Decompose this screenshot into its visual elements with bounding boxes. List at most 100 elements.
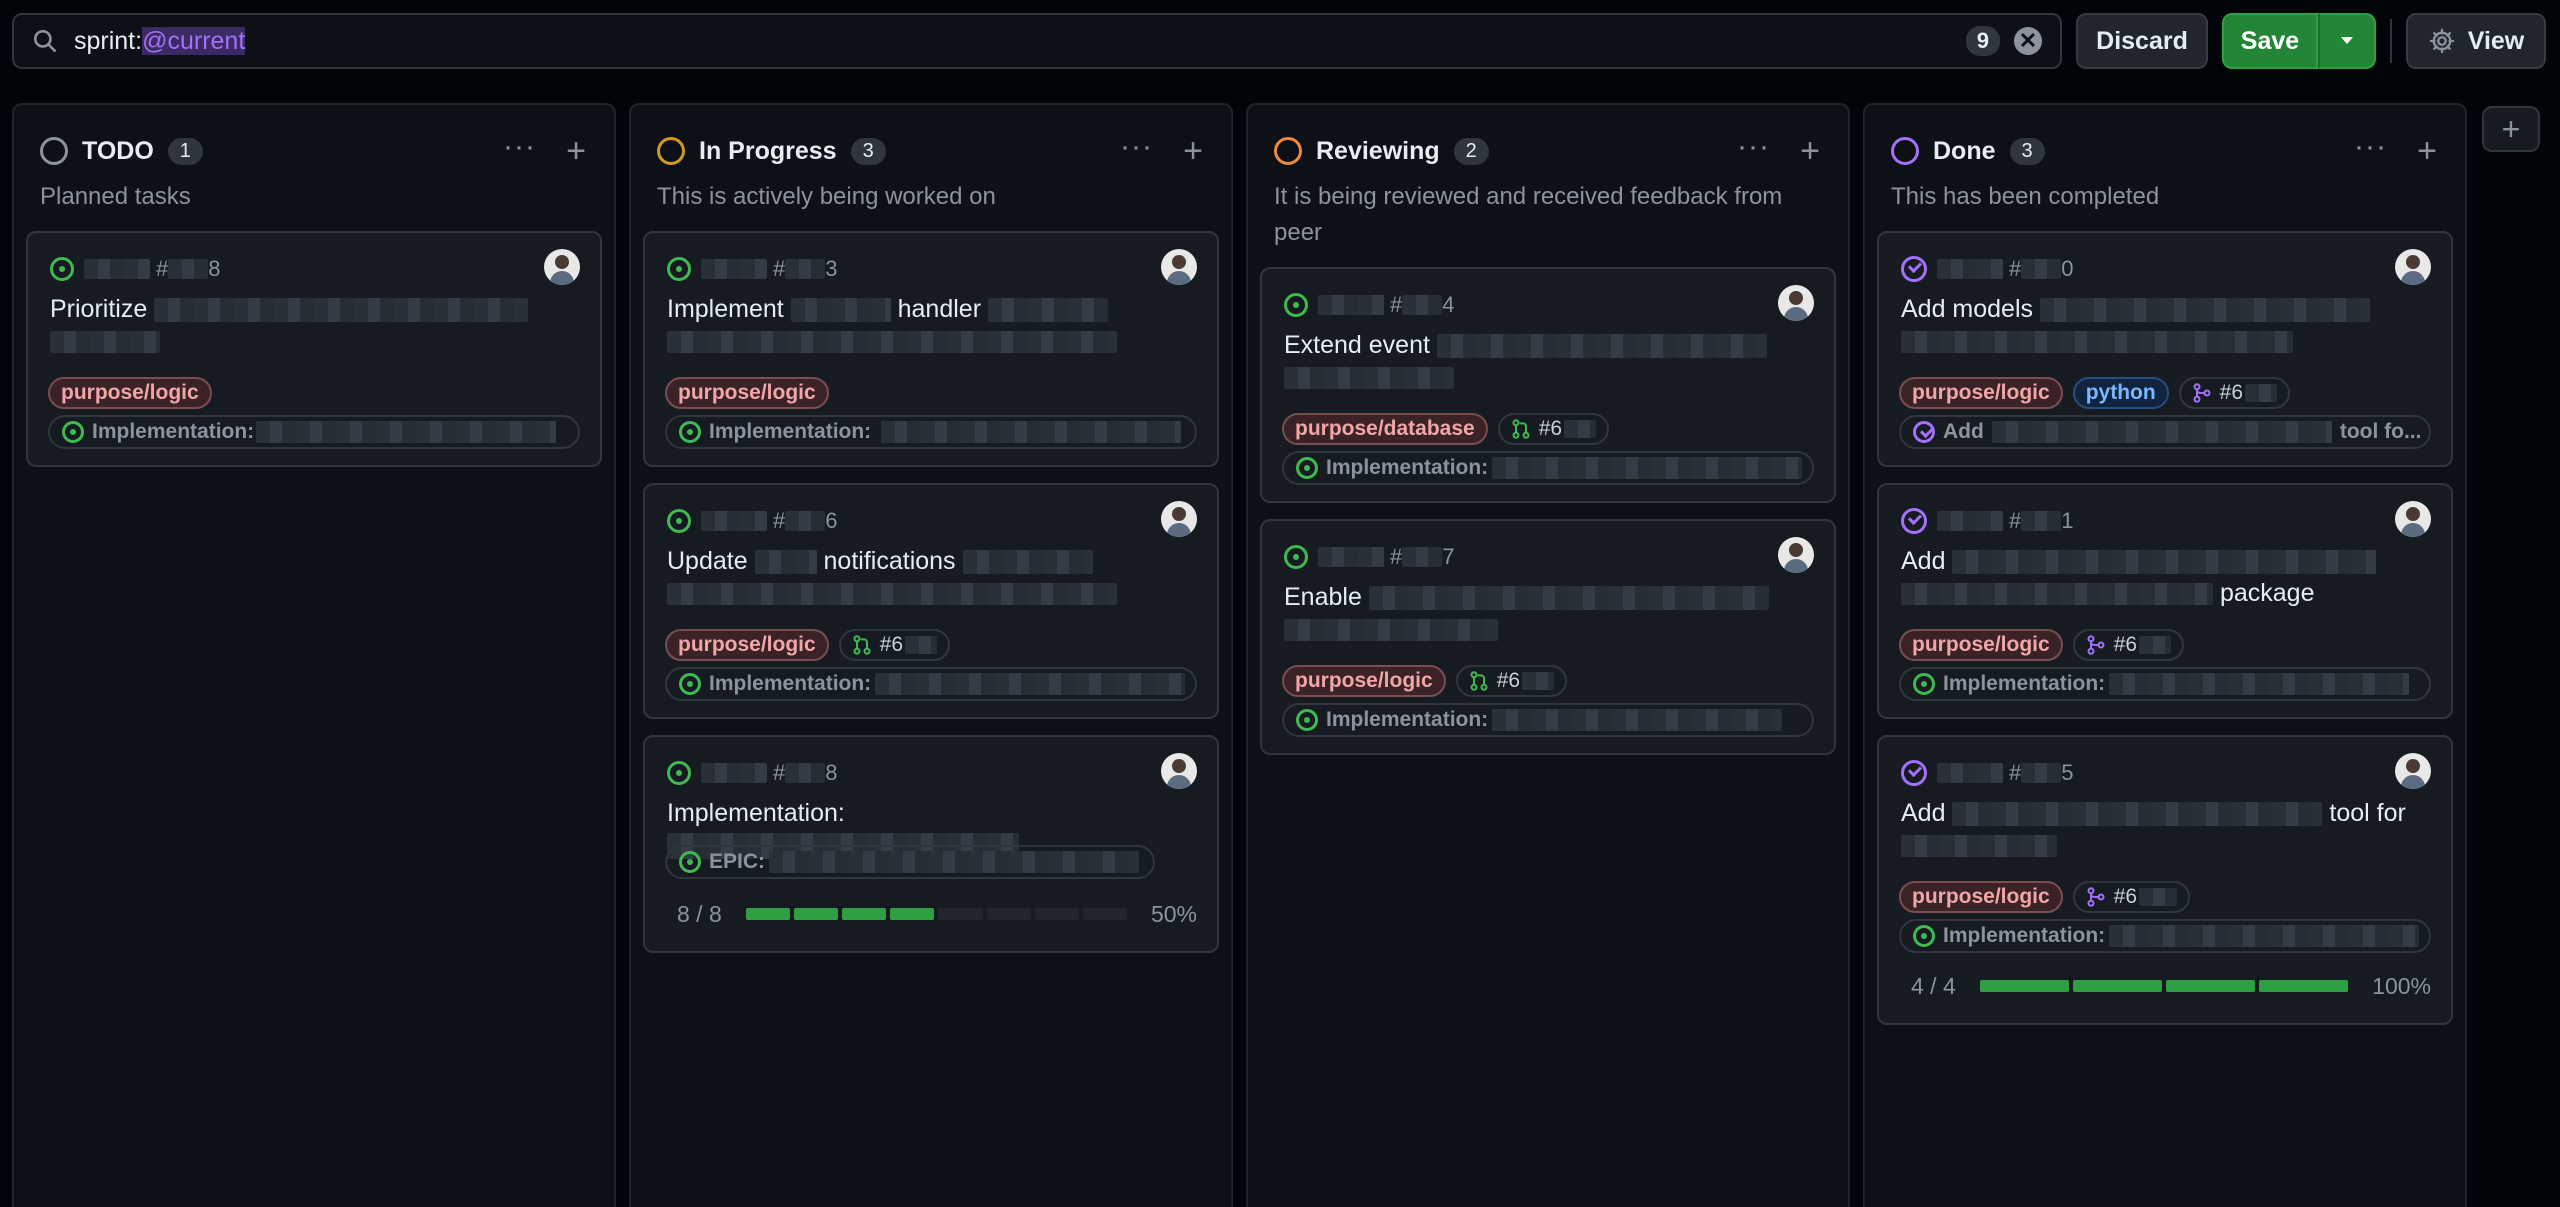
redacted-text [2109,925,2420,947]
assignee-avatar[interactable] [2395,753,2431,789]
issue-card[interactable]: # 7 Enable purpose/logic #6 Implementati… [1260,519,1836,755]
linked-branch[interactable]: #6 [2178,377,2291,409]
sub-issue-open-icon [679,673,701,695]
label-purpose[interactable]: purpose/logic [1899,881,2063,913]
label-purpose[interactable]: purpose/logic [1899,377,2063,409]
redacted-number [1564,420,1597,438]
view-button[interactable]: View [2406,13,2546,69]
sub-issue-bar[interactable]: Implementation: [665,667,1197,701]
card-title[interactable]: Implement handler [667,293,1195,357]
column-menu-icon[interactable]: ··· [1120,132,1153,162]
assignee-avatar[interactable] [2395,501,2431,537]
status-in-progress-icon [657,137,685,165]
issue-card[interactable]: # 8 Prioritize purpose/logic Implementat… [26,231,602,467]
sub-issue-open-icon [1913,925,1935,947]
progress-segment [842,908,887,920]
sub-issue-bar[interactable]: Implementation: [665,415,1197,449]
search-icon [33,29,57,53]
add-column-button[interactable]: + [2482,106,2540,152]
card-title[interactable]: Add package [1901,545,2429,609]
assignee-avatar[interactable] [1161,753,1197,789]
progress-segment [890,908,935,920]
sub-issue-bar[interactable]: Implementation: [1282,451,1814,485]
epic-bar[interactable]: EPIC: [665,845,1155,879]
issue-card[interactable]: # 8 Implementation: EPIC: 8 / 8 50% [643,735,1219,953]
column-add-icon[interactable]: + [566,131,586,171]
status-done-icon [1891,137,1919,165]
save-button[interactable]: Save [2222,13,2318,69]
card-title[interactable]: Enable [1284,581,1812,645]
save-button-group: Save [2222,13,2376,69]
card-title-text: Add [1901,547,1946,575]
assignee-avatar[interactable] [1161,249,1197,285]
progress-count: 4 / 4 [1911,972,1956,999]
redacted-text [1368,586,1769,611]
issue-card[interactable]: # 4 Extend event purpose/database #6 Imp… [1260,267,1836,503]
card-title[interactable]: Prioritize [50,293,578,357]
redacted-repo [1937,763,2003,783]
card-title[interactable]: Update notifications [667,545,1195,609]
column-add-icon[interactable]: + [1800,131,1820,171]
issue-open-icon [667,257,691,281]
column-add-icon[interactable]: + [2417,131,2437,171]
issue-card[interactable]: # 5 Add tool for purpose/logic #6 Implem… [1877,735,2453,1025]
card-meta: # 8 [667,759,838,787]
issue-card[interactable]: # 6 Update notifications purpose/logic #… [643,483,1219,719]
issue-number-suffix: 4 [1442,292,1455,317]
sub-issue-bar[interactable]: Add tool fo... [1899,415,2431,449]
redacted-repo [84,259,150,279]
label-purpose[interactable]: purpose/database [1282,413,1488,445]
redacted-number [2021,511,2062,531]
sub-issue-bar[interactable]: Implementation: [48,415,580,449]
issue-closed-icon [1901,256,1927,282]
column-add-icon[interactable]: + [1183,131,1203,171]
assignee-avatar[interactable] [544,249,580,285]
linked-pull-request[interactable]: #6 [838,629,951,661]
label-purpose[interactable]: purpose/logic [665,629,829,661]
issue-card[interactable]: # 0 Add models purpose/logic python #6 A… [1877,231,2453,467]
card-title[interactable]: Add tool for [1901,797,2429,861]
linked-pull-request[interactable]: #6 [1455,665,1568,697]
redacted-text [2039,298,2370,323]
progress-percent: 50% [1150,900,1197,927]
branch-merged-icon [2087,635,2105,655]
filter-search-input[interactable]: sprint:@current 9 ✕ [12,13,2062,69]
label-purpose[interactable]: purpose/logic [665,377,829,409]
search-query[interactable]: sprint:@current [74,26,246,56]
sub-issue-bar[interactable]: Implementation: [1282,703,1814,737]
linked-branch[interactable]: #6 [2072,881,2191,913]
assignee-avatar[interactable] [1778,537,1814,573]
issue-number-suffix: 1 [2061,508,2074,533]
linked-branch[interactable]: #6 [2072,629,2185,661]
discard-button[interactable]: Discard [2076,13,2208,69]
label-purpose[interactable]: purpose/logic [1899,629,2063,661]
save-options-button[interactable] [2318,13,2376,69]
sub-issue-open-icon [679,421,701,443]
column-title: Reviewing [1316,136,1440,165]
sub-issue-bar[interactable]: Implementation: [1899,919,2431,953]
gear-icon [2429,28,2454,54]
issue-number-prefix: # [773,256,786,281]
issue-card[interactable]: # 3 Implement handler purpose/logic Impl… [643,231,1219,467]
redacted-text [790,298,891,323]
assignee-avatar[interactable] [1778,285,1814,321]
redacted-text [1991,421,2332,443]
issue-card[interactable]: # 1 Add package purpose/logic #6 Impleme… [1877,483,2453,719]
card-meta: # 3 [667,255,838,283]
clear-search-icon[interactable]: ✕ [2014,27,2042,55]
label-purpose[interactable]: purpose/logic [1282,665,1446,697]
progress-segments [1979,980,2352,992]
card-title[interactable]: Add models [1901,293,2429,357]
sub-issue-bar[interactable]: Implementation: [1899,667,2431,701]
column-menu-icon[interactable]: ··· [503,132,536,162]
card-title[interactable]: Extend event [1284,329,1812,393]
assignee-avatar[interactable] [1161,501,1197,537]
column-menu-icon[interactable]: ··· [2354,132,2387,162]
issue-open-icon [1284,545,1308,569]
column-menu-icon[interactable]: ··· [1737,132,1770,162]
assignee-avatar[interactable] [2395,249,2431,285]
label-python[interactable]: python [2072,377,2169,409]
label-purpose[interactable]: purpose/logic [48,377,212,409]
linked-pull-request[interactable]: #6 [1497,413,1610,445]
sub-issue-text: Implementation: [1943,672,2106,695]
